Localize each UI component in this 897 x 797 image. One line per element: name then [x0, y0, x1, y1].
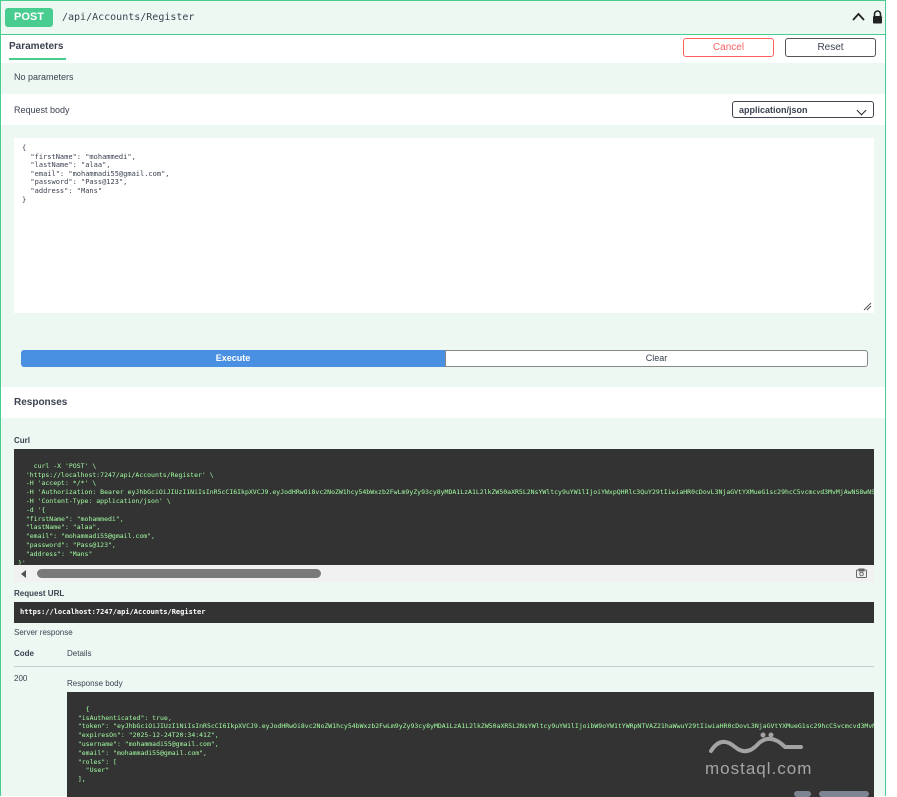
request-body-editor[interactable]: { "firstName": "mohammedi", "lastName": …: [14, 138, 874, 313]
code-column-header: Code: [14, 649, 34, 658]
request-url-value: https://localhost:7247/api/Accounts/Regi…: [14, 602, 874, 623]
no-parameters-text: No parameters: [14, 72, 74, 82]
scroll-thumb[interactable]: [37, 569, 321, 578]
table-divider: [14, 666, 874, 667]
curl-command: curl -X 'POST' \ 'https://localhost:7247…: [18, 461, 874, 565]
responses-title: Responses: [14, 397, 68, 408]
copy-response-button[interactable]: [794, 791, 811, 797]
content-type-value: application/json: [739, 105, 808, 115]
curl-label: Curl: [14, 436, 30, 445]
horizontal-scrollbar[interactable]: [14, 565, 874, 582]
status-code: 200: [14, 674, 28, 683]
cancel-button[interactable]: Cancel: [683, 38, 774, 57]
server-response-label: Server response: [14, 628, 73, 637]
request-body-label: Request body: [14, 105, 70, 115]
response-body-label: Response body: [67, 679, 123, 688]
scroll-left-icon[interactable]: [21, 570, 26, 578]
response-body-code: { "isAuthenticated": true, "token": "eyJ…: [77, 704, 874, 784]
download-button[interactable]: [819, 791, 869, 797]
endpoint-summary[interactable]: POST /api/Accounts/Register: [1, 1, 885, 35]
chevron-up-icon[interactable]: [852, 12, 865, 22]
execute-button[interactable]: Execute: [21, 350, 445, 367]
reset-button[interactable]: Reset: [785, 38, 876, 57]
method-badge: POST: [5, 8, 53, 27]
request-url-label: Request URL: [14, 589, 65, 598]
content-type-select[interactable]: application/json: [732, 101, 874, 118]
copy-icon[interactable]: [856, 568, 867, 578]
details-column-header: Details: [67, 649, 92, 658]
curl-code-block[interactable]: curl -X 'POST' \ 'https://localhost:7247…: [14, 449, 874, 565]
endpoint-path: /api/Accounts/Register: [62, 12, 195, 23]
lock-icon[interactable]: [872, 10, 883, 24]
chevron-down-icon: [856, 105, 867, 116]
tab-parameters[interactable]: Parameters: [9, 41, 63, 52]
responses-header: [1, 387, 885, 418]
tab-underline: [9, 58, 66, 60]
response-body-block[interactable]: { "isAuthenticated": true, "token": "eyJ…: [67, 692, 874, 797]
endpoint-block: POST /api/Accounts/Register Parameters C…: [0, 0, 886, 797]
clear-button[interactable]: Clear: [445, 350, 868, 367]
resize-handle-icon[interactable]: [863, 302, 872, 311]
